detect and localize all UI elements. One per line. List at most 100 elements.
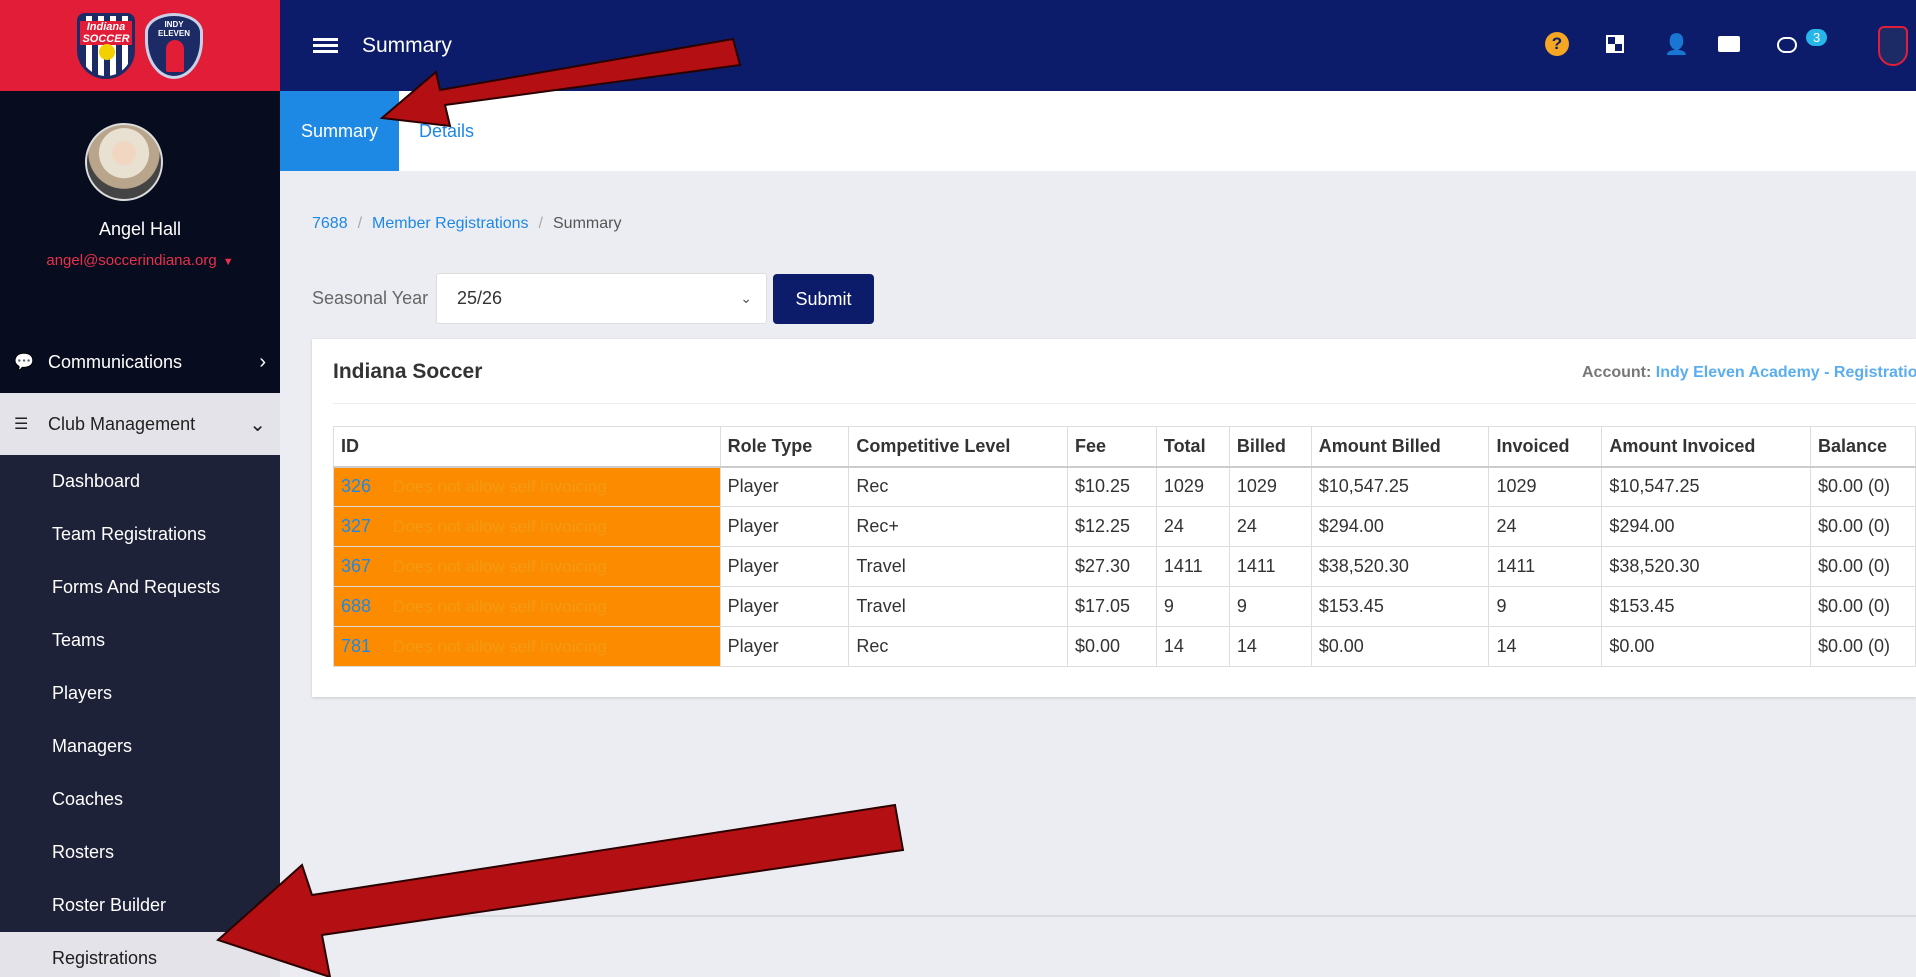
chevron-right-icon: › [259,350,266,373]
sidebar-item-coaches[interactable]: Coaches [0,773,280,826]
column-header-competitive-level[interactable]: Competitive Level [848,426,1068,468]
registration-id-link[interactable]: 688 [341,596,371,616]
indiana-soccer-logo[interactable]: Indiana SOCCER [77,12,135,79]
sidebar-item-communications[interactable]: 💬 Communications › [0,331,280,393]
sidebar-item-label: Players [52,683,113,703]
registrations-card: Indiana Soccer Account: Indy Eleven Acad… [312,339,1916,697]
crest-figure-icon [166,39,184,72]
sidebar-item-team-registrations[interactable]: Team Registrations [0,508,280,561]
sidebar-item-players[interactable]: Players [0,667,280,720]
breadcrumb-separator: / [538,215,543,232]
fee-cell: $10.25 [1066,466,1157,507]
total-cell: 1411 [1155,546,1230,587]
qr-code-icon[interactable] [1606,35,1624,53]
sidebar-item-club-management[interactable]: ☰ Club Management ⌄ [0,393,280,455]
account-link[interactable]: Indy Eleven Academy - Registration [1656,364,1916,381]
user-email-text: angel@soccerindiana.org [46,252,217,269]
billed-cell: 1411 [1228,546,1312,587]
chevron-down-icon: ⌄ [249,413,266,436]
hamburger-menu-icon[interactable] [313,35,338,56]
soccer-ball-icon [99,43,115,60]
indy-logo-text: INDY ELEVEN [157,19,190,38]
fee-cell: $17.05 [1066,586,1157,627]
page-title: Summary [362,33,452,57]
registration-id-link[interactable]: 367 [341,556,371,576]
total-cell: 14 [1155,626,1230,667]
sidebar-item-teams[interactable]: Teams [0,614,280,667]
club-crest-logo[interactable] [1878,26,1908,66]
balance-cell: $0.00 (0) [1810,506,1916,547]
sidebar-item-roster-builder[interactable]: Roster Builder [0,879,280,932]
table-row: 327 Does not allow self invoicing Player … [333,506,1916,547]
invoiced-cell: 24 [1488,506,1603,547]
mail-icon[interactable] [1718,36,1740,52]
seasonal-year-value: 25/26 [457,288,503,308]
amount-invoiced-cell: $153.45 [1601,586,1811,627]
breadcrumb: 7688 / Member Registrations / Summary [312,215,621,233]
breadcrumb-home-link[interactable]: 7688 [312,215,348,232]
sidebar-item-label: Team Registrations [52,524,207,544]
id-cell: 327 Does not allow self invoicing [333,506,721,547]
total-cell: 24 [1155,506,1230,547]
sidebar-item-label: Coaches [52,789,124,809]
indy-eleven-logo[interactable]: INDY ELEVEN [145,12,203,79]
column-header-id[interactable]: ID [333,426,721,468]
user-profile: Angel Hall angel@soccerindiana.org ▼ [0,91,280,331]
column-header-billed[interactable]: Billed [1228,426,1312,468]
billed-cell: 9 [1228,586,1312,627]
fee-cell: $12.25 [1066,506,1157,547]
account-label: Account: [1582,364,1652,381]
registration-id-link[interactable]: 327 [341,516,371,536]
breadcrumb-member-registrations-link[interactable]: Member Registrations [372,215,529,232]
column-header-total[interactable]: Total [1155,426,1230,468]
balance-cell: $0.00 (0) [1810,626,1916,667]
user-name: Angel Hall [98,219,182,239]
invoiced-cell: 1029 [1488,466,1603,507]
registration-id-link[interactable]: 326 [341,476,371,496]
column-header-amount-invoiced[interactable]: Amount Invoiced [1601,426,1811,468]
sidebar-item-forms-and-requests[interactable]: Forms And Requests [0,561,280,614]
competitive-level-cell: Rec [848,626,1068,667]
help-icon[interactable]: ? [1545,32,1569,56]
logo-bar: Indiana SOCCER INDY ELEVEN [0,0,280,91]
sidebar-item-dashboard[interactable]: Dashboard [0,455,280,508]
column-header-amount-billed[interactable]: Amount Billed [1310,426,1490,468]
column-header-invoiced[interactable]: Invoiced [1488,426,1603,468]
sidebar-item-label: Rosters [52,842,115,862]
user-icon[interactable]: 👤 [1664,32,1689,57]
avatar [85,123,163,201]
registration-id-link[interactable]: 781 [341,636,371,656]
self-invoicing-note: Does not allow self invoicing [393,597,607,616]
sidebar: Indiana SOCCER INDY ELEVEN Angel Hall an… [0,0,280,977]
tab-summary[interactable]: Summary [280,91,399,171]
column-header-balance[interactable]: Balance [1810,426,1916,468]
amount-billed-cell: $294.00 [1310,506,1490,547]
role-type-cell: Player [719,626,850,667]
sidebar-item-label: Forms And Requests [52,577,221,597]
billed-cell: 24 [1228,506,1312,547]
submit-button[interactable]: Submit [773,274,874,324]
id-cell: 367 Does not allow self invoicing [333,546,721,587]
user-email-dropdown[interactable]: angel@soccerindiana.org ▼ [0,252,280,269]
column-header-role-type[interactable]: Role Type [719,426,850,468]
balance-cell: $0.00 (0) [1810,466,1916,507]
role-type-cell: Player [719,506,850,547]
indiana-logo-text: Indiana SOCCER [80,20,132,45]
chat-icon[interactable] [1777,37,1797,53]
competitive-level-cell: Travel [848,546,1068,587]
sidebar-item-label: Club Management [48,413,196,434]
billed-cell: 14 [1228,626,1312,667]
sidebar-item-registrations[interactable]: Registrations [0,932,280,977]
amount-invoiced-cell: $0.00 [1601,626,1811,667]
tab-details[interactable]: Details [419,91,474,171]
seasonal-year-select[interactable]: 25/26 ⌄ [436,273,767,324]
tab-bar: Summary Details [280,91,1916,171]
competitive-level-cell: Rec [848,466,1068,507]
column-header-fee[interactable]: Fee [1066,426,1157,468]
invoiced-cell: 1411 [1488,546,1603,587]
self-invoicing-note: Does not allow self invoicing [393,637,607,656]
sidebar-item-managers[interactable]: Managers [0,720,280,773]
competitive-level-cell: Rec+ [848,506,1068,547]
sidebar-item-rosters[interactable]: Rosters [0,826,280,879]
sidebar-item-label: Registrations [52,948,158,968]
